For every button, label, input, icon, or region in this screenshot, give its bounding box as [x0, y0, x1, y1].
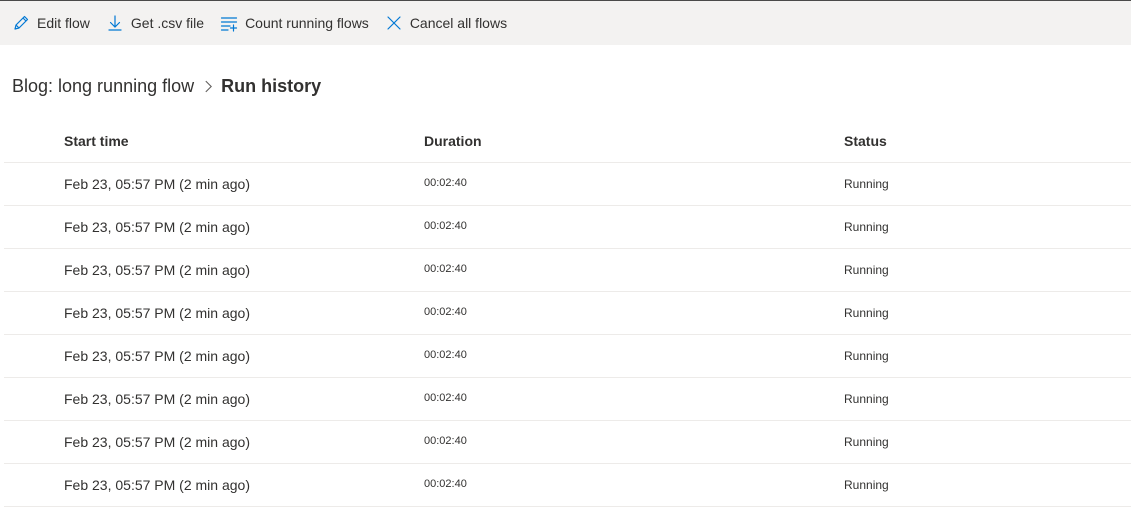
breadcrumb: Blog: long running flow Run history [12, 74, 321, 98]
download-icon [108, 15, 122, 31]
column-header-status[interactable]: Status [844, 133, 1131, 149]
status-cell: Running [844, 392, 889, 406]
list-count-icon [220, 17, 238, 32]
table-row[interactable]: Feb 23, 05:57 PM (2 min ago) 00:02:40 Runn… [4, 292, 1131, 335]
duration-cell: 00:02:40 [424, 176, 467, 189]
page-title: Run history [221, 75, 322, 96]
start-time-cell: Feb 23, 05:57 PM (2 min ago) [64, 391, 250, 407]
start-time-cell: Feb 23, 05:57 PM (2 min ago) [64, 219, 250, 235]
status-cell: Running [844, 263, 889, 277]
table-row[interactable]: Feb 23, 05:57 PM (2 min ago) 00:02:40 Runn… [4, 163, 1131, 206]
status-cell: Running [844, 478, 889, 492]
column-header-start-time[interactable]: Start time [4, 133, 424, 149]
chevron-right-icon [204, 80, 213, 93]
run-history-table: Start time Duration Status Feb 23, 05:57… [4, 120, 1131, 507]
cancel-all-flows-label: Cancel all flows [409, 15, 508, 31]
start-time-cell: Feb 23, 05:57 PM (2 min ago) [64, 434, 250, 450]
breadcrumb-parent[interactable]: Blog: long running flow [12, 76, 194, 97]
get-csv-label: Get .csv file [130, 15, 205, 31]
status-cell: Running [844, 220, 889, 234]
duration-cell: 00:02:40 [424, 348, 467, 361]
table-row[interactable]: Feb 23, 05:57 PM (2 min ago) 00:02:40 Runn… [4, 335, 1131, 378]
start-time-cell: Feb 23, 05:57 PM (2 min ago) [64, 305, 250, 321]
table-row[interactable]: Feb 23, 05:57 PM (2 min ago) 00:02:40 Runn… [4, 249, 1131, 292]
table-row[interactable]: Feb 23, 05:57 PM (2 min ago) 00:02:40 Runn… [4, 378, 1131, 421]
table-row[interactable]: Feb 23, 05:57 PM (2 min ago) 00:02:40 Runn… [4, 421, 1131, 464]
status-cell: Running [844, 306, 889, 320]
cancel-all-flows-button[interactable]: Cancel all flows [385, 1, 507, 45]
status-cell: Running [844, 435, 889, 449]
duration-cell: 00:02:40 [424, 305, 467, 318]
column-header-duration[interactable]: Duration [424, 133, 844, 149]
table-row[interactable]: Feb 23, 05:57 PM (2 min ago) 00:02:40 Runn… [4, 464, 1131, 507]
command-bar: Edit flow Get .csv file Count running fl… [0, 1, 1131, 45]
edit-flow-label: Edit flow [37, 15, 90, 31]
table-row[interactable]: Feb 23, 05:57 PM (2 min ago) 00:02:40 Runn… [4, 206, 1131, 249]
edit-flow-button[interactable]: Edit flow [12, 1, 90, 45]
start-time-cell: Feb 23, 05:57 PM (2 min ago) [64, 477, 250, 493]
status-cell: Running [844, 349, 889, 363]
status-cell: Running [844, 177, 889, 191]
duration-cell: 00:02:40 [424, 434, 467, 447]
duration-cell: 00:02:40 [424, 219, 467, 232]
duration-cell: 00:02:40 [424, 391, 467, 404]
start-time-cell: Feb 23, 05:57 PM (2 min ago) [64, 348, 250, 364]
table-header: Start time Duration Status [4, 120, 1131, 163]
count-running-flows-button[interactable]: Count running flows [220, 1, 369, 45]
close-icon [387, 16, 401, 30]
duration-cell: 00:02:40 [424, 262, 467, 275]
duration-cell: 00:02:40 [424, 477, 467, 490]
start-time-cell: Feb 23, 05:57 PM (2 min ago) [64, 176, 250, 192]
pencil-icon [14, 15, 29, 30]
count-running-flows-label: Count running flows [245, 15, 369, 31]
start-time-cell: Feb 23, 05:57 PM (2 min ago) [64, 262, 250, 278]
get-csv-button[interactable]: Get .csv file [106, 1, 204, 45]
